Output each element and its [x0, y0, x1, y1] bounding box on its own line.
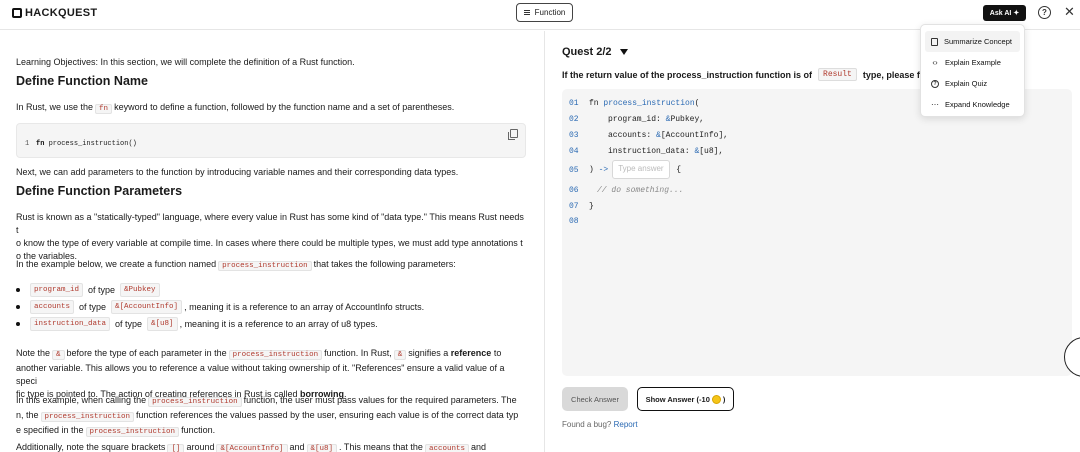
- bullet-dot: [16, 322, 20, 326]
- menu-item-label: Explain Example: [945, 58, 1001, 67]
- coin-icon: [711, 394, 721, 404]
- inline-code: process_instruction: [218, 261, 312, 271]
- heading-define-function-name: Define Function Name: [16, 74, 148, 88]
- report-link[interactable]: Report: [614, 420, 638, 429]
- code-line: 08: [569, 217, 579, 226]
- logo-text: HACKQUEST: [25, 7, 98, 19]
- inline-code: accounts: [424, 444, 469, 452]
- sparkle-icon: ✦: [1013, 10, 1020, 17]
- list-icon: [523, 10, 530, 15]
- inline-code: process_instruction: [40, 412, 135, 422]
- bug-report: Found a bug? Report: [562, 420, 638, 429]
- inline-code: process_instruction: [85, 427, 180, 437]
- code-line: 04 instruction_data: &[u8],: [569, 147, 724, 156]
- check-answer-button[interactable]: Check Answer: [562, 387, 628, 411]
- quiz-question: If the return value of the process_instr…: [562, 68, 938, 81]
- code-editor: 01 fn process_instruction( 02 program_id: …: [562, 89, 1072, 376]
- code-line: fn process_instruction(): [36, 140, 137, 148]
- inline-code: instruction_data: [30, 317, 111, 331]
- inline-code: &Pubkey: [120, 283, 160, 297]
- document-icon: [931, 37, 938, 46]
- menu-item-explain-example[interactable]: ‹› Explain Example: [921, 52, 1024, 73]
- list-item: program_id of type &Pubkey: [16, 283, 162, 297]
- menu-item-summarize-concept[interactable]: Summarize Concept: [925, 31, 1020, 52]
- inline-code: &[AccountInfo]: [111, 300, 183, 314]
- menu-item-expand-knowledge[interactable]: ⋯ Expand Knowledge: [921, 94, 1024, 115]
- paragraph-statically-typed: Rust is known as a "statically-typed" la…: [16, 212, 524, 261]
- inline-code: fn: [95, 104, 113, 114]
- code-line: 01 fn process_instruction(: [569, 99, 700, 108]
- inline-code: process_instruction: [148, 397, 242, 407]
- top-bar: HACKQUEST Function Ask AI ✦ ? ✕: [0, 0, 1080, 30]
- bullet-dot: [16, 288, 20, 292]
- menu-item-label: Explain Quiz: [945, 79, 988, 88]
- answer-input[interactable]: Type answer: [612, 160, 671, 179]
- paragraph-square-brackets: Additionally, note the square brackets[]…: [16, 442, 486, 452]
- more-icon: ⋯: [931, 100, 939, 109]
- ask-ai-button[interactable]: Ask AI ✦: [983, 5, 1026, 21]
- code-line: 05) -> Type answer{: [569, 160, 681, 179]
- lesson-pane: Learning Objectives: In this section, we…: [0, 31, 544, 452]
- inline-code: &[AccountInfo]: [216, 444, 288, 452]
- quest-title-text: Quest 2/2: [562, 46, 612, 58]
- paragraph-calling-example: In this example, when calling the process…: [16, 395, 519, 437]
- paragraph-example-intro: In the example below, we create a functi…: [16, 259, 456, 271]
- ask-ai-menu: Summarize Concept ‹› Explain Example ? E…: [920, 24, 1025, 117]
- code-line: 02 program_id: &Pubkey,: [569, 115, 705, 124]
- copy-icon[interactable]: [508, 129, 518, 140]
- inline-code: &: [52, 350, 65, 360]
- inline-code: []: [167, 444, 185, 452]
- quest-title[interactable]: Quest 2/2: [562, 46, 628, 58]
- list-item: instruction_data of type &[u8] , meaning…: [16, 317, 378, 331]
- function-button[interactable]: Function: [516, 3, 573, 22]
- heading-define-function-parameters: Define Function Parameters: [16, 184, 183, 198]
- paragraph-fn-keyword: In Rust, we use the fn keyword to define a…: [16, 102, 455, 114]
- line-number: 1: [25, 140, 30, 148]
- inline-code: &[u8]: [147, 317, 178, 331]
- inline-code: accounts: [30, 300, 75, 314]
- code-line: 06// do something...: [569, 186, 684, 195]
- inline-code: &[u8]: [306, 444, 338, 452]
- menu-item-label: Summarize Concept: [944, 37, 1012, 46]
- inline-code: process_instruction: [228, 350, 323, 360]
- code-line: 07}: [569, 202, 594, 211]
- function-button-label: Function: [534, 8, 566, 17]
- learning-objectives: Learning Objectives: In this section, we…: [16, 57, 355, 67]
- menu-item-explain-quiz[interactable]: ? Explain Quiz: [921, 73, 1024, 94]
- close-icon[interactable]: ✕: [1064, 5, 1075, 19]
- show-answer-button[interactable]: Show Answer (-10): [637, 387, 734, 411]
- code-block: 1 fn process_instruction(): [16, 123, 526, 158]
- bullet-dot: [16, 305, 20, 309]
- inline-code: program_id: [30, 283, 84, 297]
- inline-code: &: [393, 350, 407, 360]
- menu-item-label: Expand Knowledge: [945, 100, 1010, 109]
- list-item: accounts of type &[AccountInfo] , meanin…: [16, 300, 424, 314]
- code-line: 03 accounts: &[AccountInfo],: [569, 131, 729, 140]
- inline-code: Result: [818, 68, 857, 81]
- code-icon: ‹›: [932, 58, 938, 67]
- paragraph-parameters-intro: Next, we can add parameters to the funct…: [16, 167, 459, 177]
- ask-ai-label: Ask AI: [989, 9, 1012, 17]
- caret-down-icon: [619, 49, 628, 55]
- question-icon: ?: [931, 79, 939, 88]
- help-icon[interactable]: ?: [1038, 6, 1051, 19]
- paragraph-reference-note: Note the & before the type of each paramet…: [16, 348, 505, 399]
- hackquest-logo[interactable]: HACKQUEST: [12, 7, 97, 19]
- logo-icon: [12, 8, 22, 18]
